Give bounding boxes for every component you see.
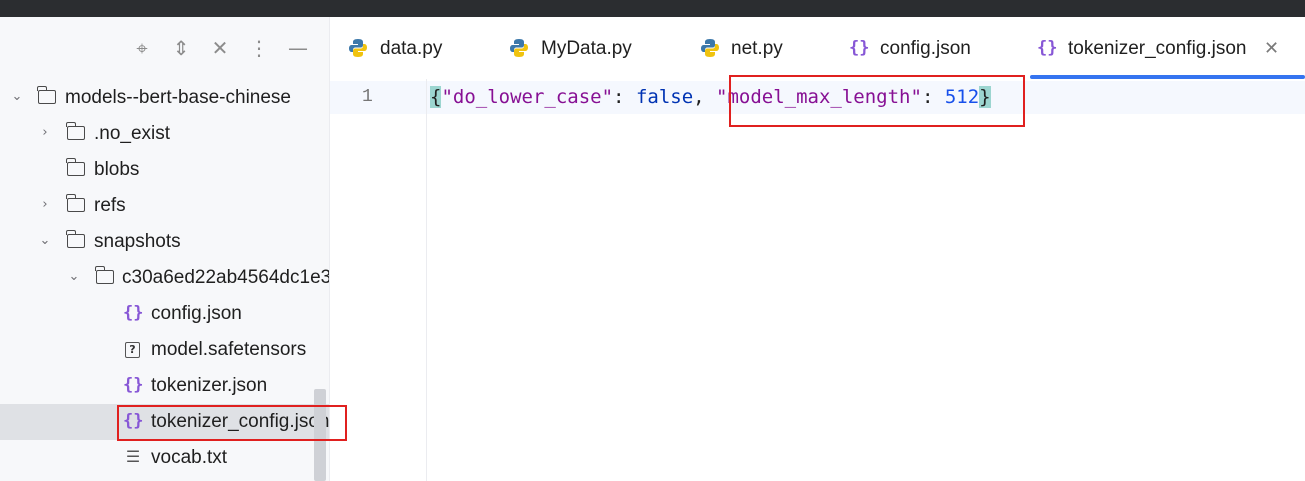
tab-label: net.py [731, 38, 783, 59]
json-icon: {} [123, 303, 144, 323]
tree-item-blobs[interactable]: blobs [0, 152, 329, 188]
chevron-down-icon[interactable]: ⌄ [66, 268, 82, 286]
json-icon: {} [123, 375, 144, 395]
highlight-box-tokenizer-config [117, 405, 347, 441]
tab-config-json[interactable]: {} config.json [849, 17, 999, 79]
folder-icon [37, 86, 56, 104]
tree-item-label: vocab.txt [151, 447, 228, 468]
tree-item-snapshot-hash[interactable]: ⌄ c30a6ed22ab4564dc1e3 [0, 260, 329, 296]
tree-item-tokenizer-json[interactable]: {} tokenizer.json [0, 368, 329, 404]
tree-item-label: c30a6ed22ab4564dc1e3 [122, 267, 330, 288]
folder-icon [66, 158, 85, 176]
chevron-right-icon[interactable]: › [37, 196, 53, 214]
folder-icon [95, 266, 114, 284]
tab-label: config.json [880, 38, 971, 59]
sidebar-toolbar: ⌖ ⇕ ✕ ⋮ — [0, 17, 329, 79]
text-file-icon: ☰ [125, 447, 141, 466]
minimize-icon[interactable]: — [287, 37, 309, 59]
line-number: 1 [362, 87, 373, 107]
expand-all-icon[interactable]: ⇕ [170, 37, 192, 59]
unknown-file-icon: ? [125, 342, 140, 358]
json-key: "do_lower_case" [441, 86, 614, 108]
tree-item-config-json[interactable]: {} config.json [0, 296, 329, 332]
close-icon[interactable]: ✕ [1264, 38, 1279, 60]
folder-icon [66, 194, 85, 212]
folder-icon [66, 122, 85, 140]
tree-item-refs[interactable]: › refs [0, 188, 329, 224]
code-editor[interactable]: 1 {"do_lower_case": false, "model_max_le… [330, 79, 1305, 481]
json-icon: {} [849, 38, 870, 58]
more-options-icon[interactable]: ⋮ [248, 37, 270, 59]
tree-item-label: config.json [151, 303, 242, 324]
tree-item-label: model.safetensors [151, 339, 307, 360]
tab-tokenizer-config-json[interactable]: {} tokenizer_config.json ✕ [1037, 17, 1297, 79]
json-comma: , [693, 86, 717, 108]
tab-label: data.py [380, 38, 443, 59]
tab-data-py[interactable]: data.py [348, 17, 488, 79]
collapse-all-icon[interactable]: ✕ [209, 37, 231, 59]
editor-tab-bar: data.py MyData.py net.py {} config.json … [330, 17, 1305, 79]
chevron-down-icon[interactable]: ⌄ [9, 88, 25, 106]
python-icon [701, 39, 719, 57]
tab-label: MyData.py [541, 38, 632, 59]
tab-label: tokenizer_config.json [1068, 38, 1247, 59]
python-icon [349, 39, 367, 57]
tab-mydata-py[interactable]: MyData.py [509, 17, 659, 79]
open-brace: { [430, 86, 442, 108]
tree-item-label: snapshots [94, 231, 181, 252]
tree-item-label: tokenizer.json [151, 375, 268, 396]
tab-net-py[interactable]: net.py [700, 17, 820, 79]
gutter-divider [426, 79, 427, 481]
tree-item-label: models--bert-base-chinese [65, 87, 291, 108]
highlight-box-model-max-length [729, 75, 1025, 127]
window-title-bar [0, 0, 1305, 17]
json-icon: {} [1037, 38, 1058, 58]
json-colon: : [613, 86, 636, 108]
chevron-right-icon[interactable]: › [37, 124, 53, 142]
tree-item-vocab-txt[interactable]: ☰ vocab.txt [0, 440, 329, 476]
crosshair-icon[interactable]: ⌖ [131, 37, 153, 59]
tree-item-model-safetensors[interactable]: ? model.safetensors [0, 332, 329, 368]
folder-icon [66, 230, 85, 248]
tree-item-snapshots[interactable]: ⌄ snapshots [0, 224, 329, 260]
tree-item-no-exist[interactable]: › .no_exist [0, 116, 329, 152]
chevron-down-icon[interactable]: ⌄ [37, 232, 53, 250]
tree-item-models-bert-base-chinese[interactable]: ⌄ models--bert-base-chinese [0, 80, 329, 116]
json-value: false [635, 86, 694, 108]
tree-item-label: blobs [94, 159, 140, 180]
python-icon [510, 39, 528, 57]
tree-item-label: .no_exist [94, 123, 171, 144]
tree-item-label: refs [94, 195, 126, 216]
